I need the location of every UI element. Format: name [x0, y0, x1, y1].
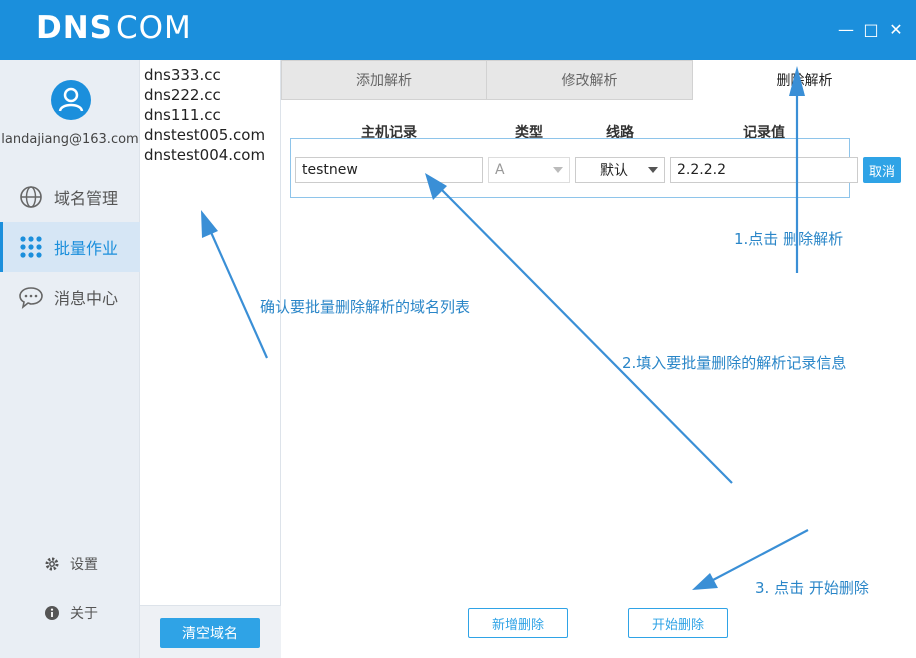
domain-list-pane: dns333.cc dns222.cc dns111.cc dnstest005… [140, 60, 281, 658]
tab-modify-record[interactable]: 修改解析 [486, 60, 693, 100]
tab-bar: 添加解析 修改解析 删除解析 [281, 60, 916, 100]
sidebar: landajiang@163.com 域名管理 批量作业 消息中心 设置 关于 [0, 60, 140, 658]
grid-icon [18, 234, 44, 260]
start-delete-button[interactable]: 开始删除 [628, 608, 728, 638]
domain-list: dns333.cc dns222.cc dns111.cc dnstest005… [144, 65, 265, 165]
sidebar-item-batch-jobs[interactable]: 批量作业 [0, 222, 140, 272]
arrow-up-icon [437, 185, 733, 484]
record-value-input[interactable]: 2.2.2.2 [670, 157, 858, 183]
chevron-down-icon [553, 167, 563, 173]
user-email: landajiang@163.com [1, 132, 139, 147]
line-select[interactable]: 默认 [575, 157, 665, 183]
list-item[interactable]: dnstest004.com [144, 145, 265, 165]
gear-icon [44, 556, 62, 572]
chevron-down-icon [648, 167, 658, 173]
tab-delete-record[interactable]: 删除解析 [693, 60, 916, 100]
annotation-step3: 3. 点击 开始删除 [755, 579, 869, 597]
settings-link[interactable]: 设置 [44, 554, 98, 574]
line-select-value: 默认 [600, 163, 628, 179]
globe-icon [18, 184, 44, 210]
cancel-button[interactable]: 取消 [863, 157, 901, 183]
add-delete-button[interactable]: 新增删除 [468, 608, 568, 638]
sidebar-item-label: 域名管理 [54, 189, 119, 208]
info-icon [44, 605, 62, 621]
close-button[interactable]: ✕ [886, 18, 906, 42]
dns-com-logo: DNSCOM [36, 10, 192, 46]
settings-label: 设置 [70, 557, 98, 573]
clear-domains-button[interactable]: 清空域名 [160, 618, 260, 648]
type-select[interactable]: A [488, 157, 570, 183]
sidebar-item-label: 批量作业 [54, 239, 119, 258]
sidebar-item-label: 消息中心 [54, 289, 119, 308]
sidebar-item-message-center[interactable]: 消息中心 [0, 272, 140, 322]
list-item[interactable]: dns111.cc [144, 105, 265, 125]
annotation-domain-list: 确认要批量删除解析的域名列表 [260, 298, 471, 316]
type-select-value: A [495, 162, 505, 178]
arrowhead-icon [692, 573, 718, 590]
list-item[interactable]: dns222.cc [144, 85, 265, 105]
maximize-button[interactable]: □ [861, 18, 881, 42]
user-icon [58, 87, 84, 112]
list-item[interactable]: dns333.cc [144, 65, 265, 85]
minimize-button[interactable]: — [836, 18, 856, 42]
domain-list-footer: 清空域名 [140, 605, 281, 658]
tab-add-record[interactable]: 添加解析 [281, 60, 487, 100]
annotation-step2: 2.填入要批量删除的解析记录信息 [622, 354, 847, 372]
chat-icon [18, 284, 44, 310]
avatar[interactable] [51, 80, 91, 120]
annotation-step1: 1.点击 删除解析 [734, 230, 844, 248]
arrow-down-icon [712, 529, 809, 581]
sidebar-item-domain-management[interactable]: 域名管理 [0, 172, 140, 222]
about-label: 关于 [70, 606, 98, 622]
about-link[interactable]: 关于 [44, 603, 98, 623]
host-record-input[interactable]: testnew [295, 157, 483, 183]
list-item[interactable]: dnstest005.com [144, 125, 265, 145]
title-bar: DNSCOM — □ ✕ [0, 0, 916, 60]
